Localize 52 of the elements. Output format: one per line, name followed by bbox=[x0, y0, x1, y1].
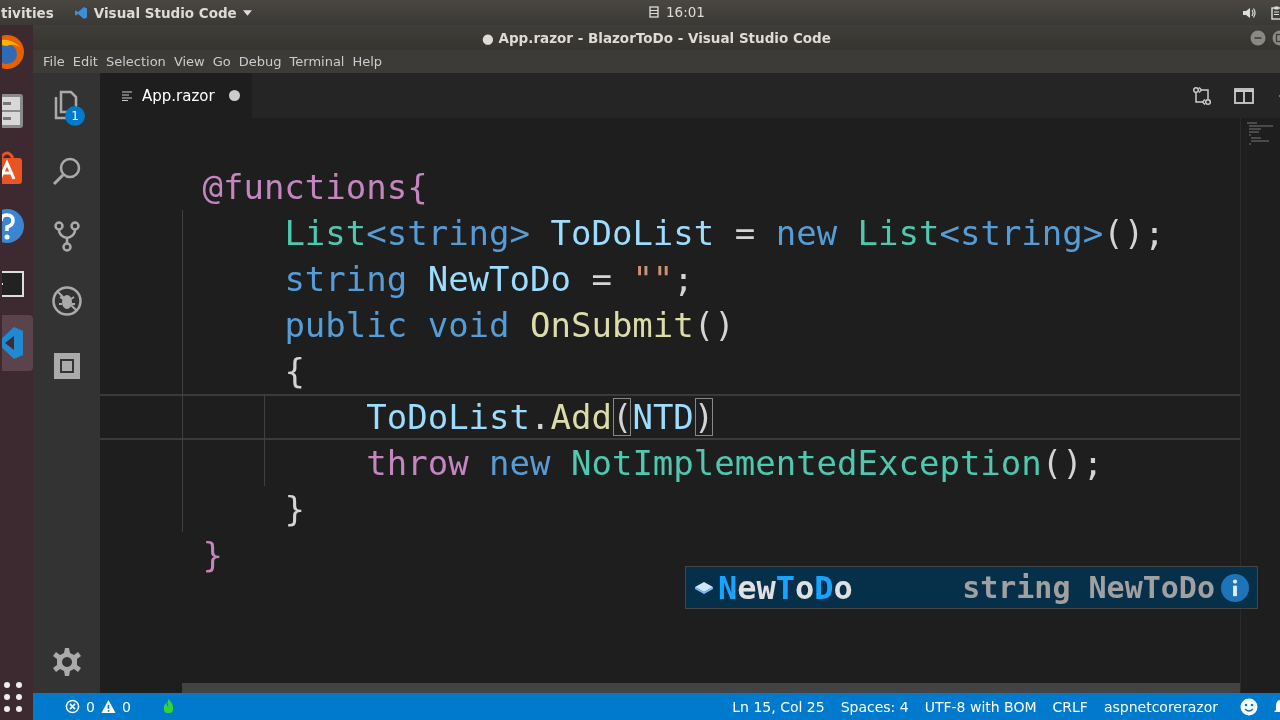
menu-item[interactable]: File bbox=[39, 54, 69, 69]
menu-item[interactable]: Edit bbox=[68, 54, 102, 69]
suggestion-label: NewToDo bbox=[718, 568, 853, 607]
activities-button[interactable]: tivities bbox=[1, 4, 54, 21]
problems-button[interactable]: 0 0 bbox=[57, 698, 139, 715]
menu-item[interactable]: Selection bbox=[101, 54, 170, 69]
horizontal-scrollbar[interactable] bbox=[182, 683, 1240, 693]
code-line: } bbox=[202, 535, 223, 575]
code-line: @functions{ bbox=[202, 167, 428, 207]
notification-badge: 1 bbox=[65, 106, 85, 126]
status-item[interactable]: Ln 15, Col 25 bbox=[724, 698, 833, 715]
menu-item[interactable]: Help bbox=[348, 54, 387, 69]
code-line: { bbox=[284, 351, 305, 391]
status-item[interactable]: UTF-8 with BOM bbox=[916, 698, 1045, 715]
unsaved-dot-icon[interactable] bbox=[229, 90, 240, 101]
minimize-icon[interactable] bbox=[1250, 30, 1266, 46]
caret-icon bbox=[242, 9, 252, 16]
code-line: throw new NotImplementedException(); bbox=[366, 443, 1104, 483]
smiley-icon[interactable] bbox=[1240, 697, 1258, 716]
code-line: ToDoList.Add(NTD) bbox=[366, 397, 715, 437]
status-item[interactable]: CRLF bbox=[1044, 698, 1096, 715]
menu-item[interactable]: Debug bbox=[234, 54, 286, 69]
menu-item[interactable]: Terminal bbox=[285, 54, 349, 69]
no-bug-icon bbox=[50, 285, 83, 317]
file-lines-icon bbox=[122, 90, 134, 101]
info-icon[interactable] bbox=[1221, 573, 1249, 602]
error-icon bbox=[65, 699, 80, 714]
compare-icon[interactable] bbox=[1192, 85, 1212, 106]
field-icon bbox=[694, 580, 714, 595]
clipboard-icon[interactable] bbox=[1270, 5, 1280, 20]
app-icon bbox=[73, 5, 88, 20]
split-editor-icon[interactable] bbox=[1234, 85, 1254, 106]
status-item[interactable]: Spaces: 4 bbox=[832, 698, 917, 715]
code-line: } bbox=[284, 489, 305, 529]
code-line: List<string> ToDoList = new List<string>(); bbox=[284, 213, 1165, 253]
explorer-button[interactable]: 1 bbox=[33, 88, 100, 154]
app-menu[interactable]: Visual Studio Code bbox=[73, 4, 252, 21]
clock[interactable]: 16:01 bbox=[648, 4, 705, 20]
warning-icon bbox=[100, 699, 116, 714]
editor-tab[interactable]: App.razor bbox=[100, 73, 252, 118]
window-title: ● App.razor - BlazorToDo - Visual Studio Code bbox=[482, 29, 831, 46]
menu-item[interactable]: View bbox=[169, 54, 209, 69]
volume-icon[interactable] bbox=[1242, 5, 1256, 20]
suggestion-item[interactable]: NewToDo string NewToDo bbox=[685, 566, 1258, 609]
menu-item[interactable]: Go bbox=[208, 54, 235, 69]
status-item[interactable]: aspnetcorerazor bbox=[1095, 698, 1226, 715]
code-line: public void OnSubmit() bbox=[284, 305, 735, 345]
search-icon bbox=[50, 155, 83, 187]
suggestion-detail: string NewToDo bbox=[962, 570, 1215, 605]
calendar-icon bbox=[648, 6, 660, 18]
code-line: string NewToDo = ""; bbox=[284, 259, 694, 299]
settings-icon bbox=[50, 646, 83, 678]
